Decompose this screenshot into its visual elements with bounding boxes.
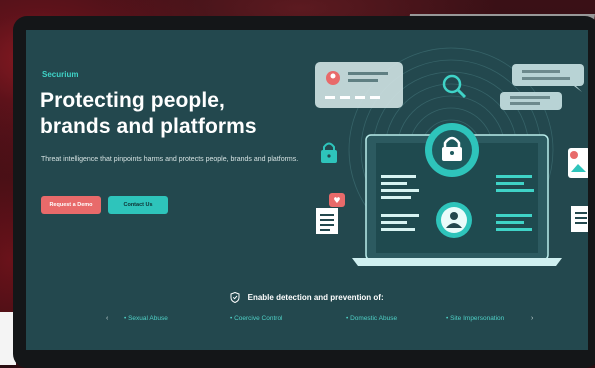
document-icon [571, 206, 588, 232]
image-card-icon [568, 148, 588, 178]
hero-headline: Protecting people, brands and platforms [40, 89, 257, 138]
detection-heading: Enable detection and prevention of: [26, 292, 588, 303]
document-icon [316, 208, 338, 234]
topic-item: • Sexual Abuse [124, 315, 168, 322]
shield-icon [230, 292, 240, 303]
lock-icon [321, 142, 337, 163]
topic-label: Domestic Abuse [350, 315, 398, 322]
screen: Securium Protecting people, brands and p… [26, 30, 588, 350]
magnifier-icon [442, 74, 467, 99]
svg-text:♥: ♥ [333, 196, 340, 205]
carousel-next-arrow-icon[interactable]: › [531, 315, 533, 322]
profile-card-icon [315, 62, 403, 108]
topic-label: Sexual Abuse [128, 315, 168, 322]
chat-bubble-icon [500, 92, 562, 110]
user-icon [436, 202, 472, 238]
request-demo-button[interactable]: Request a Demo [41, 196, 101, 214]
topic-item: • Site Impersonation [446, 315, 505, 322]
heart-icon: ♥ [329, 193, 345, 207]
detection-heading-text: Enable detection and prevention of: [247, 293, 384, 302]
contact-us-button[interactable]: Contact Us [108, 196, 168, 214]
topic-item: • Domestic Abuse [346, 315, 398, 322]
carousel-prev-arrow-icon[interactable]: ‹ [106, 315, 108, 322]
brand-label: Securium [42, 70, 79, 79]
topic-item: • Coercive Control [230, 315, 283, 322]
security-illustration: ♥ [315, 47, 588, 266]
lock-icon [425, 123, 479, 177]
topic-label: Coercive Control [234, 315, 283, 322]
hero-subtext: Threat intelligence that pinpoints harms… [41, 156, 299, 163]
topic-label: Site Impersonation [450, 315, 505, 322]
chat-bubble-icon [512, 64, 584, 92]
